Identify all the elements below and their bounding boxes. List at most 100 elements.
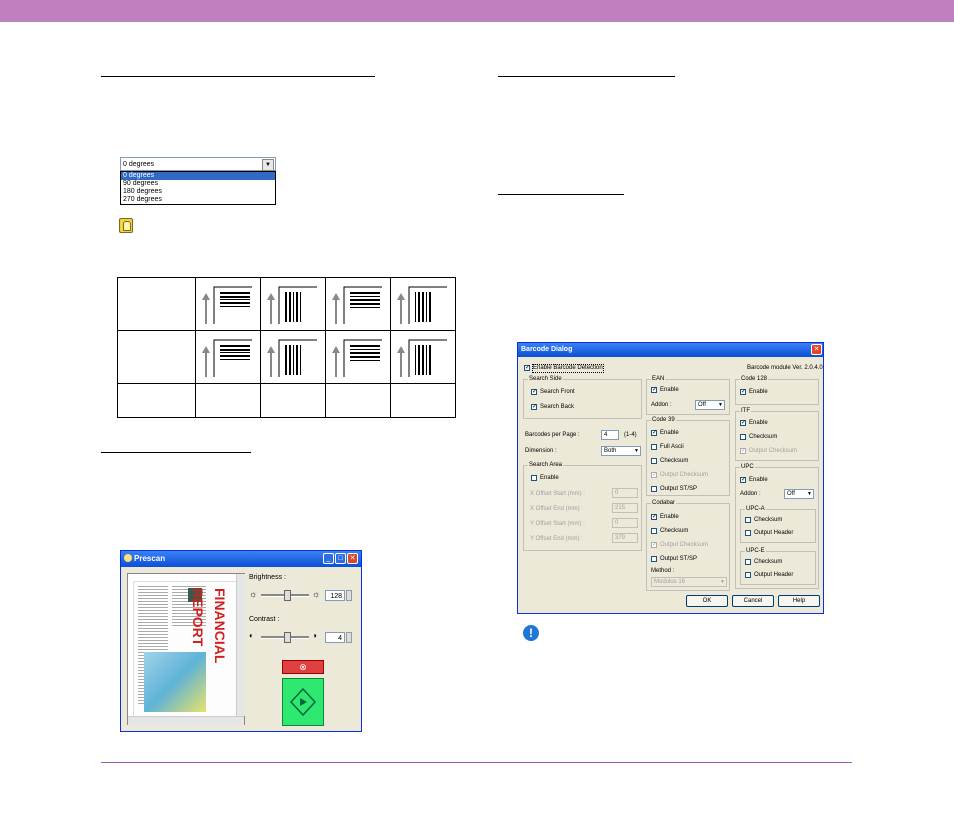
stop-button[interactable]: ⊗: [282, 660, 324, 674]
code39-checksum-checkbox[interactable]: [651, 458, 657, 464]
code39-enable-checkbox[interactable]: ✓: [651, 430, 657, 436]
x-start-field[interactable]: 0: [612, 488, 638, 498]
x-start-label: X Offset Start (mm) :: [530, 491, 585, 497]
y-end-field[interactable]: 379: [612, 533, 638, 543]
x-end-label: X Offset End (mm) :: [530, 506, 583, 512]
dimension-label: Dimension :: [525, 448, 557, 454]
window-title: Prescan: [134, 554, 166, 563]
codabar-enable-checkbox[interactable]: ✓: [651, 514, 657, 520]
upc-enable-label: Enable: [749, 477, 768, 483]
brightness-value[interactable]: 128: [325, 590, 345, 601]
contrast-high-icon: ◑: [312, 631, 317, 640]
preview-area[interactable]: FINANCIAL REPORT: [127, 573, 245, 725]
prescan-window: Prescan _ □ ✕ FINANCIAL REPORT Brightnes…: [120, 550, 362, 732]
rotation-option[interactable]: 180 degrees: [121, 188, 275, 196]
upc-addon-value: Off: [787, 491, 795, 497]
group-label: EAN: [651, 376, 666, 383]
ean-enable-checkbox[interactable]: ✓: [651, 387, 657, 393]
horizontal-barcode-icon: [202, 339, 252, 377]
table-row: [117, 383, 456, 418]
brightness-slider-thumb[interactable]: [284, 590, 291, 601]
start-button[interactable]: [282, 678, 324, 726]
search-front-checkbox[interactable]: ✓: [531, 389, 537, 395]
upce-checksum-label: Checksum: [754, 559, 783, 565]
rotation-option[interactable]: 90 degrees: [121, 180, 275, 188]
close-button[interactable]: ✕: [347, 553, 358, 564]
section-heading-rule: [498, 194, 624, 195]
horizontal-scrollbar[interactable]: [128, 716, 244, 725]
code39-output-stsp-label: Output ST/SP: [660, 486, 698, 492]
code39-output-checksum-checkbox[interactable]: ✓: [651, 472, 657, 478]
dimension-value: Both: [604, 448, 617, 454]
minimize-button[interactable]: _: [323, 553, 334, 564]
code128-enable-label: Enable: [749, 389, 768, 395]
upca-checksum-checkbox[interactable]: [745, 517, 751, 523]
itf-checksum-checkbox[interactable]: [740, 434, 746, 440]
rotation-select[interactable]: 0 degrees ▼: [120, 157, 276, 171]
vertical-barcode-icon: [397, 339, 447, 377]
upc-addon-label: Addon :: [740, 491, 761, 497]
table-cell: [195, 277, 261, 331]
upc-enable-checkbox[interactable]: ✓: [740, 477, 746, 483]
start-diamond-icon: [289, 687, 317, 717]
table-cell: [117, 383, 196, 418]
chevron-down-icon[interactable]: ▼: [262, 159, 274, 171]
x-end-field[interactable]: 215: [612, 503, 638, 513]
enable-detection-checkbox[interactable]: ✓: [524, 365, 530, 371]
code39-full-ascii-checkbox[interactable]: [651, 444, 657, 450]
itf-output-checksum-checkbox[interactable]: ✓: [740, 448, 746, 454]
codabar-method-select[interactable]: Modulus 16 ▼: [651, 577, 727, 587]
search-back-checkbox[interactable]: ✓: [531, 404, 537, 410]
per-page-field[interactable]: 4: [601, 430, 619, 440]
contrast-slider-thumb[interactable]: [284, 632, 291, 643]
itf-checksum-label: Checksum: [749, 434, 778, 440]
brightness-spinner[interactable]: [346, 590, 352, 601]
ean-addon-value: Off: [698, 402, 706, 408]
codabar-method-label: Method :: [651, 568, 675, 574]
upce-checksum-checkbox[interactable]: [745, 559, 751, 565]
close-button[interactable]: ✕: [811, 344, 822, 355]
chart-graphic: [144, 652, 206, 712]
contrast-spinner[interactable]: [346, 632, 352, 643]
ean-addon-select[interactable]: Off ▼: [695, 400, 725, 410]
itf-group: ITF ✓ Enable Checksum ✓ Output Checksum: [735, 408, 819, 461]
code39-full-ascii-label: Full Ascii: [660, 444, 684, 450]
table-cell: [390, 383, 456, 418]
contrast-value[interactable]: 4: [325, 632, 345, 643]
search-area-enable-checkbox[interactable]: [531, 475, 537, 481]
upce-group: UPC-E Checksum Output Header: [740, 548, 816, 585]
y-start-field[interactable]: 0: [612, 518, 638, 528]
contrast-label: Contrast :: [249, 616, 280, 623]
codabar-output-stsp-checkbox[interactable]: [651, 556, 657, 562]
codabar-enable-label: Enable: [660, 514, 679, 520]
dimension-select[interactable]: Both ▼: [601, 446, 641, 456]
codabar-checksum-label: Checksum: [660, 528, 689, 534]
code128-enable-checkbox[interactable]: ✓: [740, 389, 746, 395]
upce-output-header-checkbox[interactable]: [745, 572, 751, 578]
vertical-scrollbar[interactable]: [236, 574, 245, 716]
upc-addon-select[interactable]: Off ▼: [784, 489, 814, 499]
search-back-label: Search Back: [540, 404, 575, 410]
horizontal-barcode-icon: [332, 286, 382, 324]
ok-button[interactable]: OK: [686, 595, 728, 607]
code39-output-stsp-checkbox[interactable]: [651, 486, 657, 492]
cancel-button[interactable]: Cancel: [732, 595, 774, 607]
rotation-option[interactable]: 270 degrees: [121, 196, 275, 204]
itf-enable-checkbox[interactable]: ✓: [740, 420, 746, 426]
help-button[interactable]: Help: [778, 595, 820, 607]
chevron-down-icon: ▼: [720, 579, 725, 585]
ean-addon-label: Addon :: [651, 402, 672, 408]
search-front-label: Search Front: [540, 389, 575, 395]
per-page-label: Barcodes per Page :: [525, 432, 580, 438]
codabar-checksum-checkbox[interactable]: [651, 528, 657, 534]
upca-output-header-checkbox[interactable]: [745, 530, 751, 536]
table-row: [117, 277, 456, 331]
rotation-option[interactable]: 0 degrees: [121, 172, 275, 180]
preview-document: FINANCIAL REPORT: [134, 582, 236, 716]
horizontal-barcode-icon: [202, 286, 252, 324]
codabar-output-checksum-checkbox[interactable]: ✓: [651, 542, 657, 548]
y-end-label: Y Offset End (mm) :: [530, 536, 583, 542]
chevron-down-icon: ▼: [718, 402, 723, 408]
maximize-button[interactable]: □: [335, 553, 346, 564]
ean-enable-label: Enable: [660, 387, 679, 393]
